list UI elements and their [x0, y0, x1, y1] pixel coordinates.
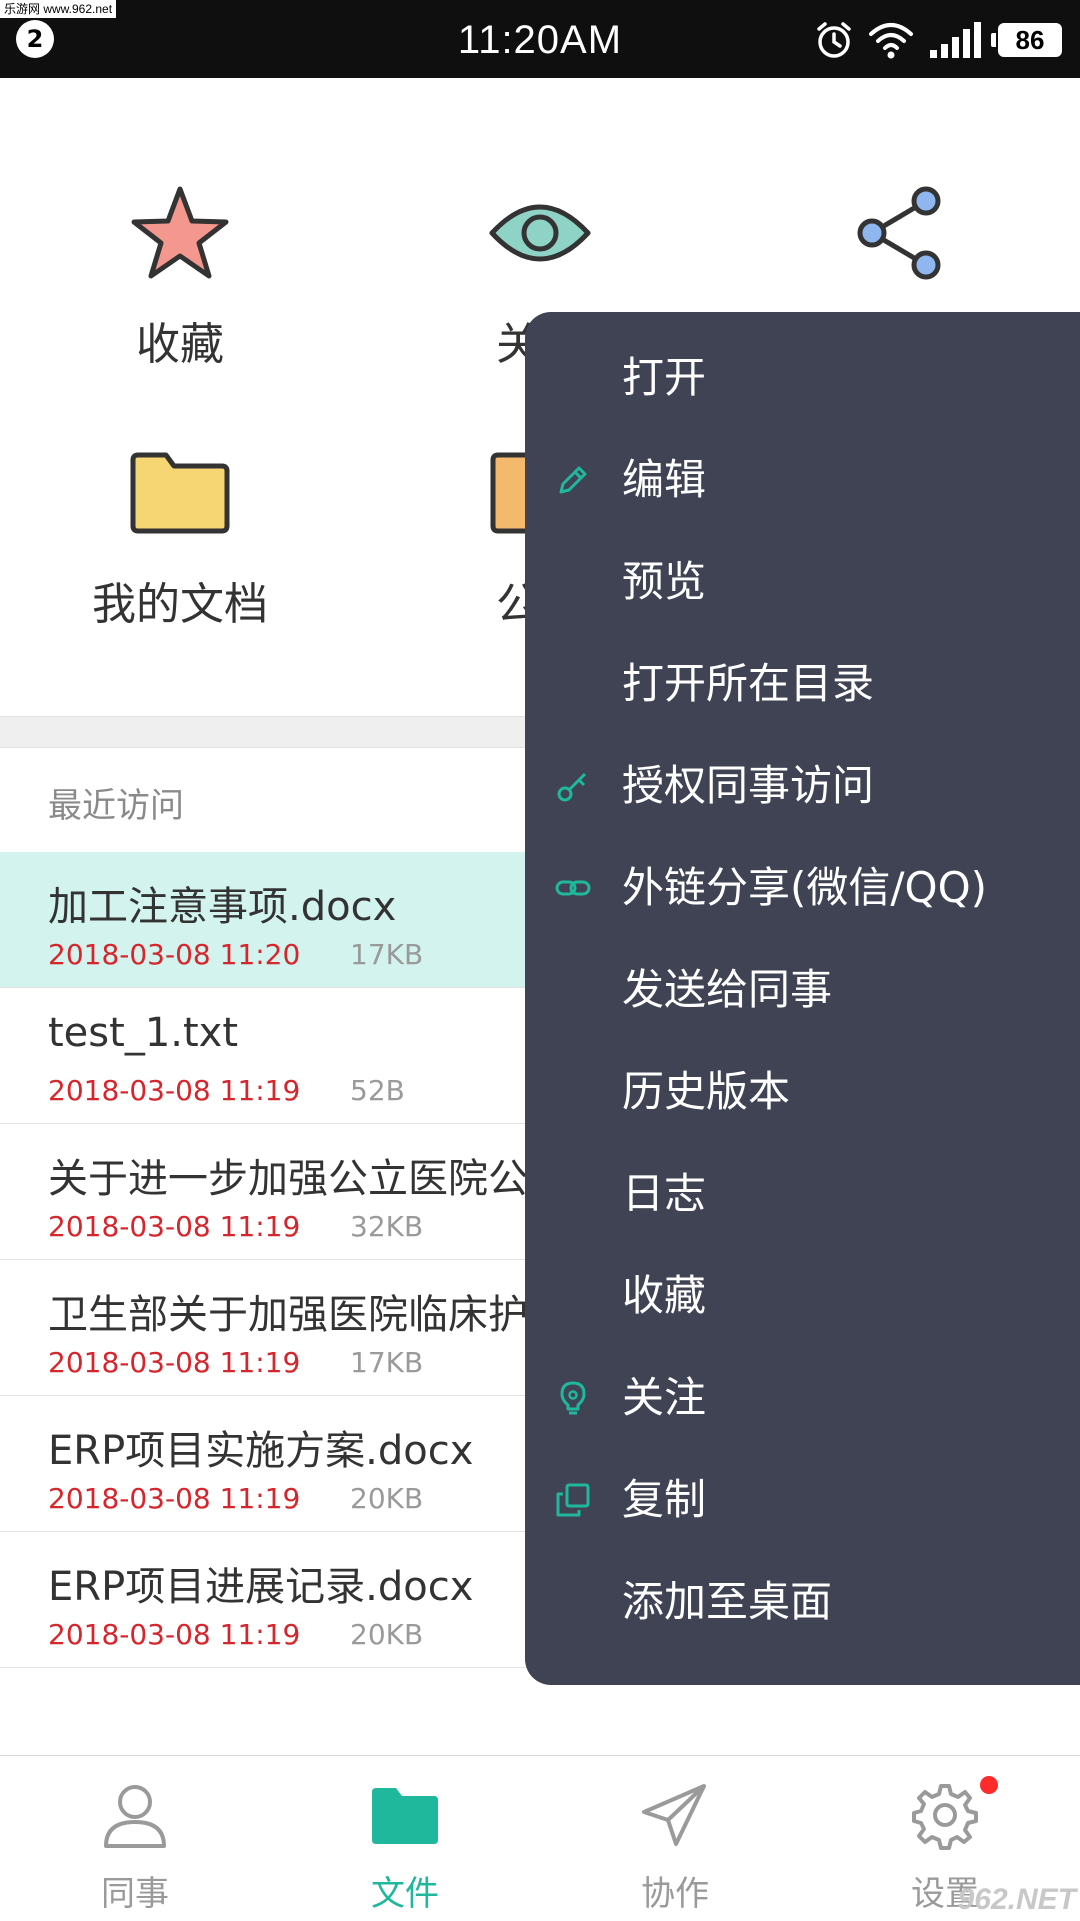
file-size: 32KB: [350, 1210, 424, 1243]
nav-tab-collaboration[interactable]: 协作: [540, 1756, 810, 1921]
bottom-navigation: 同事 文件 协作 设置 962.NET: [0, 1755, 1080, 1921]
file-size: 17KB: [350, 938, 424, 971]
menu-item-open-folder[interactable]: 打开所在目录: [525, 633, 1080, 735]
menu-item-external-share[interactable]: 外链分享(微信/QQ): [525, 837, 1080, 939]
file-time: 2018-03-08 11:19: [48, 1210, 301, 1243]
watermark-text: 962.NET: [957, 1883, 1076, 1916]
copy-icon: [556, 1483, 590, 1517]
key-icon: [557, 772, 587, 802]
link-icon: [555, 880, 591, 896]
file-time: 2018-03-08 11:19: [48, 1618, 301, 1651]
file-size: 17KB: [350, 1346, 424, 1379]
menu-item-label: 收藏: [622, 1271, 707, 1320]
status-bar: 乐游网 www.962.net 2 11:20AM 86: [0, 0, 1080, 78]
folder-icon: [130, 452, 230, 534]
menu-item-add-to-desktop[interactable]: 添加至桌面: [525, 1551, 1080, 1653]
star-icon: [131, 186, 229, 279]
menu-item-history[interactable]: 历史版本: [525, 1041, 1080, 1143]
send-icon: [642, 1784, 706, 1846]
file-time: 2018-03-08 11:20: [48, 938, 301, 971]
file-time: 2018-03-08 11:19: [48, 1482, 301, 1515]
gear-icon: [912, 1784, 978, 1850]
menu-item-label: 历史版本: [622, 1067, 791, 1116]
file-time: 2018-03-08 11:19: [48, 1346, 301, 1379]
menu-item-follow[interactable]: 关注: [525, 1347, 1080, 1449]
file-size: 52B: [350, 1074, 405, 1107]
signal-icon: [930, 22, 981, 58]
menu-item-label: 授权同事访问: [622, 761, 875, 810]
person-icon: [104, 1785, 166, 1848]
menu-item-label: 日志: [622, 1169, 707, 1218]
folder-icon: [372, 1788, 438, 1844]
quick-favorites[interactable]: 收藏: [0, 178, 360, 372]
menu-item-copy[interactable]: 复制: [525, 1449, 1080, 1551]
share-icon: [857, 186, 941, 280]
recent-section-title: 最近访问: [48, 786, 184, 826]
file-size: 20KB: [350, 1618, 424, 1651]
nav-label: 同事: [101, 1874, 169, 1914]
menu-item-label: 编辑: [622, 455, 707, 504]
file-name: 加工注意事项.docx: [48, 884, 397, 930]
menu-item-preview[interactable]: 预览: [525, 531, 1080, 633]
menu-item-open[interactable]: 打开: [525, 327, 1080, 429]
menu-item-log[interactable]: 日志: [525, 1143, 1080, 1245]
menu-item-label: 添加至桌面: [622, 1577, 833, 1626]
menu-item-label: 打开: [622, 353, 707, 402]
menu-item-label: 预览: [622, 557, 707, 606]
eye-icon: [489, 204, 591, 262]
menu-item-label: 发送给同事: [622, 965, 833, 1014]
file-name: ERP项目实施方案.docx: [48, 1428, 474, 1474]
battery-indicator: 86: [991, 23, 1062, 57]
file-name: ERP项目进展记录.docx: [48, 1564, 474, 1610]
wifi-icon: [869, 23, 913, 59]
menu-item-edit[interactable]: 编辑: [525, 429, 1080, 531]
alarm-icon: [817, 22, 851, 58]
file-context-menu: 打开 编辑 预览 打开所在目录 授权同事访问 外链分享(微信/QQ) 发送给同事…: [525, 312, 1080, 1685]
menu-item-label: 打开所在目录: [622, 659, 875, 708]
menu-item-label: 关注: [622, 1373, 707, 1422]
notification-dot: [980, 1776, 998, 1794]
quick-my-documents[interactable]: 我的文档: [0, 438, 360, 632]
file-size: 20KB: [350, 1482, 424, 1515]
nav-tab-colleagues[interactable]: 同事: [0, 1756, 270, 1921]
file-name: 关于进一步加强公立医院公: [48, 1156, 528, 1202]
status-icons: 86: [814, 18, 1062, 62]
quick-share[interactable]: [720, 178, 1080, 308]
file-name: test_1.txt: [48, 1010, 239, 1056]
menu-item-favorite[interactable]: 收藏: [525, 1245, 1080, 1347]
pencil-icon: [559, 466, 587, 494]
nav-label: 协作: [641, 1874, 709, 1914]
menu-item-send-colleague[interactable]: 发送给同事: [525, 939, 1080, 1041]
menu-item-label: 复制: [622, 1475, 707, 1524]
file-name: 卫生部关于加强医院临床护: [48, 1292, 528, 1338]
lightbulb-icon: [560, 1381, 586, 1415]
quick-label: 收藏: [136, 319, 224, 370]
file-time: 2018-03-08 11:19: [48, 1074, 301, 1107]
menu-item-label: 外链分享(微信/QQ): [622, 863, 988, 912]
quick-label: 我的文档: [92, 579, 268, 630]
menu-item-grant-access[interactable]: 授权同事访问: [525, 735, 1080, 837]
nav-label: 文件: [371, 1874, 439, 1914]
nav-tab-files[interactable]: 文件: [270, 1756, 540, 1921]
